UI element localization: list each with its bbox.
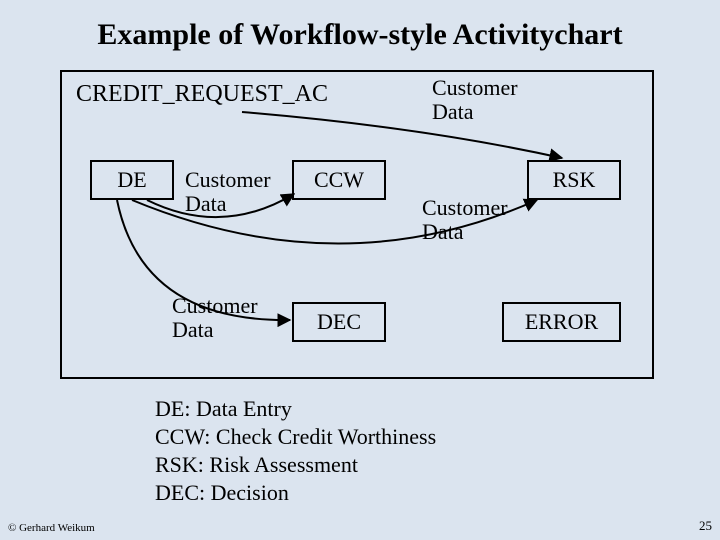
page-number: 25 [699, 518, 712, 534]
legend-line: DEC: Decision [155, 479, 436, 507]
legend-line: DE: Data Entry [155, 395, 436, 423]
node-de: DE [90, 160, 174, 200]
activity-chart-frame: CREDIT_REQUEST_AC Customer Data DE CCW R… [60, 70, 654, 379]
legend: DE: Data Entry CCW: Check Credit Worthin… [155, 395, 436, 507]
data-label-de-ccw: Customer Data [185, 168, 271, 216]
slide: Example of Workflow-style Activitychart … [0, 0, 720, 540]
node-dec: DEC [292, 302, 386, 342]
node-error: ERROR [502, 302, 621, 342]
data-label-de-dec: Customer Data [172, 294, 258, 342]
chart-name-label: CREDIT_REQUEST_AC [76, 82, 328, 106]
data-label-ccw-rsk: Customer Data [422, 196, 508, 244]
node-rsk: RSK [527, 160, 621, 200]
legend-line: CCW: Check Credit Worthiness [155, 423, 436, 451]
copyright: © Gerhard Weikum [8, 522, 95, 534]
legend-line: RSK: Risk Assessment [155, 451, 436, 479]
node-ccw: CCW [292, 160, 386, 200]
data-label-top: Customer Data [432, 76, 518, 124]
page-title: Example of Workflow-style Activitychart [0, 18, 720, 52]
